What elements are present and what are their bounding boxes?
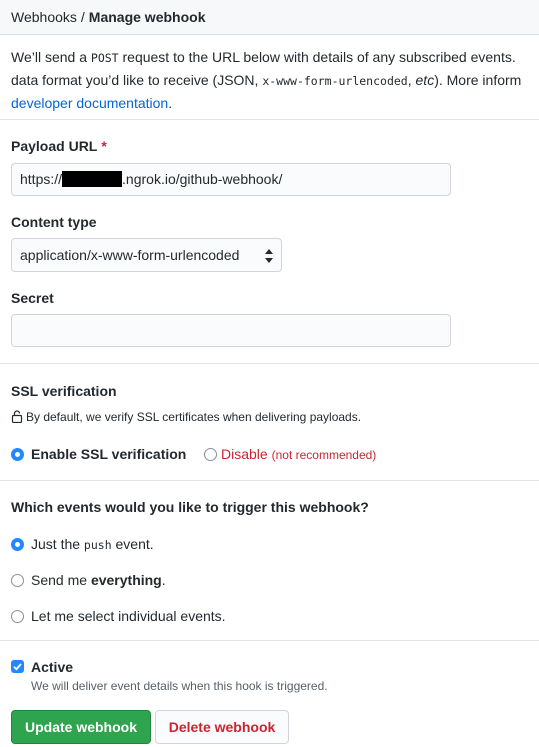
just-push-radio[interactable] [11,538,24,551]
not-recommended-note: (not recommended) [271,448,377,462]
disable-ssl-radio[interactable] [204,448,217,461]
enable-ssl-radio[interactable] [11,448,24,461]
payload-url-input[interactable]: https://.ngrok.io/github-webhook/ [11,163,451,196]
format-code: x-www-form-urlencoded [262,74,408,88]
intro-text: We’ll send a POST request to the URL bel… [11,46,539,114]
active-checkbox[interactable] [11,660,24,673]
ssl-verification-label: SSL verification [11,383,117,399]
everything-label[interactable]: Send me everything. [31,572,166,588]
individual-events-radio[interactable] [11,610,24,623]
divider [0,480,539,481]
secret-input[interactable] [11,314,451,347]
individual-events-label[interactable]: Let me select individual events. [31,608,226,624]
divider [0,363,539,364]
active-description: We will deliver event details when this … [31,679,328,693]
events-question: Which events would you like to trigger t… [11,499,369,515]
enable-ssl-label[interactable]: Enable SSL verification [31,446,186,462]
intro-line-2: data format you’d like to receive (JSON,… [11,72,522,88]
content-type-select[interactable]: application/x-www-form-urlencoded [11,238,282,272]
divider [0,640,539,641]
page-title: Manage webhook [88,9,206,25]
update-webhook-button[interactable]: Update webhook [11,710,151,744]
breadcrumb-parent[interactable]: Webhooks [11,9,77,25]
select-arrows-icon [265,249,273,263]
required-mark: * [101,138,107,154]
payload-url-label: Payload URL * [11,138,107,154]
ssl-note: By default, we verify SSL certificates w… [11,410,361,424]
redaction-bar [62,171,123,187]
content-type-label: Content type [11,214,97,230]
active-label[interactable]: Active [31,659,73,675]
breadcrumb: Webhooks / Manage webhook [0,0,539,35]
divider [0,119,539,120]
delete-webhook-button[interactable]: Delete webhook [155,710,289,744]
post-code: POST [90,51,119,65]
developer-docs-link[interactable]: developer documentation [11,95,168,111]
intro-line-1: We’ll send a POST request to the URL bel… [11,49,516,65]
checkmark-icon [13,663,22,671]
just-push-label[interactable]: Just the push event. [31,536,154,552]
intro-line-3: developer documentation. [11,95,173,111]
everything-radio[interactable] [11,574,24,587]
disable-ssl-label[interactable]: Disable (not recommended) [221,446,376,462]
unlock-icon [11,410,23,423]
breadcrumb-separator: / [80,9,85,25]
secret-label: Secret [11,290,54,306]
content-type-value: application/x-www-form-urlencoded [20,247,240,263]
push-code: push [83,538,112,552]
